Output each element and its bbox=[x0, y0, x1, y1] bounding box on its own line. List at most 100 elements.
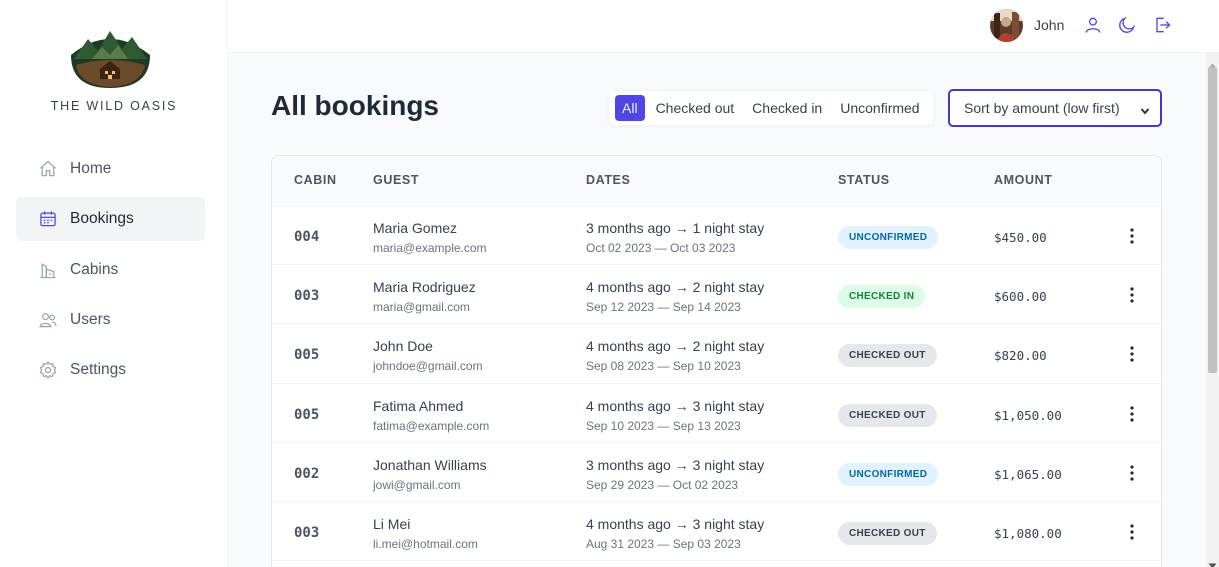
gear-icon bbox=[38, 360, 58, 380]
stay-dates: Sep 08 2023 — Sep 10 2023 bbox=[586, 359, 741, 374]
table-row: 003 Maria Rodriguez maria@gmail.com 4 mo… bbox=[272, 265, 1161, 325]
table-row: 002 Jonathan Williams jowi@gmail.com 3 m… bbox=[272, 443, 1161, 502]
home-icon bbox=[38, 159, 58, 179]
booking-amount: $1,050.00 bbox=[994, 407, 1062, 423]
table-row: 005 Fatima Ahmed fatima@example.com 4 mo… bbox=[272, 384, 1161, 443]
booking-amount: $820.00 bbox=[994, 348, 1047, 364]
stay-dates: Oct 02 2023 — Oct 03 2023 bbox=[586, 241, 736, 255]
guest-email: johndoe@gmail.com bbox=[373, 359, 483, 374]
calendar-icon bbox=[38, 209, 58, 229]
status-badge: CHECKED OUT bbox=[838, 344, 937, 368]
booking-amount: $450.00 bbox=[994, 230, 1047, 245]
row-menu-icon[interactable] bbox=[1124, 227, 1140, 245]
username: John bbox=[1034, 17, 1065, 33]
main-content: All bookings All Checked out Checked in … bbox=[228, 53, 1206, 567]
guest-name: Jonathan Williams bbox=[373, 456, 487, 473]
column-header-guest: GUEST bbox=[373, 173, 420, 187]
sidebar-item-label: Users bbox=[70, 310, 111, 328]
sidebar-item-label: Cabins bbox=[70, 260, 119, 278]
row-menu-icon[interactable] bbox=[1124, 345, 1140, 363]
sidebar-item-bookings[interactable]: Bookings bbox=[16, 197, 205, 242]
brand-name: THE WILD OASIS bbox=[50, 99, 178, 113]
stay-summary: 4 months ago → 3 night stay bbox=[586, 397, 765, 414]
sort-select[interactable]: Sort by amount (low first) bbox=[948, 89, 1162, 127]
bookings-table: CABIN GUEST DATES STATUS AMOUNT 004 Mari… bbox=[271, 155, 1162, 567]
stay-summary: 3 months ago → 3 night stay bbox=[586, 456, 765, 473]
status-badge: UNCONFIRMED bbox=[838, 226, 939, 249]
stay-summary: 4 months ago → 2 night stay bbox=[586, 338, 765, 355]
row-menu-icon[interactable] bbox=[1124, 523, 1140, 541]
page-title: All bookings bbox=[271, 90, 439, 121]
sidebar-item-home[interactable]: Home bbox=[16, 147, 205, 191]
logout-icon[interactable] bbox=[1152, 15, 1172, 35]
avatar[interactable] bbox=[990, 9, 1023, 42]
scroll-up-arrow-icon[interactable] bbox=[1208, 56, 1217, 69]
stay-summary: 4 months ago → 3 night stay bbox=[586, 515, 765, 532]
column-header-dates: DATES bbox=[586, 173, 631, 187]
guest-email: fatima@example.com bbox=[373, 418, 490, 433]
filter-checked-out[interactable]: Checked out bbox=[649, 95, 742, 121]
guest-name: Fatima Ahmed bbox=[373, 397, 464, 414]
cabin-number: 003 bbox=[294, 524, 320, 541]
cabin-number: 002 bbox=[294, 465, 320, 482]
status-badge: UNCONFIRMED bbox=[838, 462, 939, 486]
sidebar-item-label: Settings bbox=[70, 361, 127, 379]
guest-email: jowi@gmail.com bbox=[373, 477, 461, 492]
stay-dates: Sep 29 2023 — Oct 02 2023 bbox=[586, 477, 739, 492]
stay-summary: 4 months ago → 2 night stay bbox=[586, 279, 765, 296]
filter-checked-in[interactable]: Checked in bbox=[745, 95, 829, 121]
row-menu-icon[interactable] bbox=[1124, 286, 1140, 304]
table-row: 003 Li Mei li.mei@hotmail.com 4 months a… bbox=[272, 502, 1161, 562]
stay-dates: Sep 10 2023 — Sep 13 2023 bbox=[586, 418, 741, 433]
sidebar-item-label: Home bbox=[70, 160, 112, 177]
filter-unconfirmed[interactable]: Unconfirmed bbox=[833, 95, 926, 121]
cabin-number: 003 bbox=[294, 288, 320, 305]
chevron-down-icon bbox=[1140, 103, 1150, 115]
guest-name: John Doe bbox=[373, 338, 433, 355]
row-menu-icon[interactable] bbox=[1124, 464, 1140, 482]
filter-all[interactable]: All bbox=[615, 95, 645, 121]
status-filter: All Checked out Checked in Unconfirmed bbox=[608, 90, 934, 126]
sidebar: THE WILD OASIS Home Bookings Cabins User… bbox=[0, 0, 228, 567]
cabin-number: 005 bbox=[294, 406, 320, 423]
booking-amount: $1,065.00 bbox=[994, 466, 1062, 482]
column-header-cabin: CABIN bbox=[294, 173, 337, 187]
guest-email: maria@gmail.com bbox=[373, 300, 470, 315]
users-icon bbox=[38, 310, 58, 330]
sidebar-item-settings[interactable]: Settings bbox=[16, 348, 205, 392]
cabin-number: 005 bbox=[294, 347, 320, 364]
table-header: CABIN GUEST DATES STATUS AMOUNT bbox=[272, 156, 1161, 206]
scroll-down-arrow-icon[interactable] bbox=[1208, 556, 1217, 567]
status-badge: CHECKED IN bbox=[838, 285, 926, 309]
guest-name: Li Mei bbox=[373, 515, 411, 532]
column-header-amount: AMOUNT bbox=[994, 173, 1053, 187]
logo bbox=[70, 25, 151, 88]
cabins-icon bbox=[38, 260, 58, 280]
sidebar-item-label: Bookings bbox=[70, 210, 134, 228]
table-row: 004 Maria Gomez maria@example.com 3 mont… bbox=[272, 206, 1161, 266]
user-icon[interactable] bbox=[1083, 15, 1103, 35]
cabin-number: 004 bbox=[294, 229, 320, 245]
table-row: 005 John Doe johndoe@gmail.com 4 months … bbox=[272, 324, 1161, 384]
sidebar-nav: Home Bookings Cabins Users Settings bbox=[16, 147, 205, 398]
stay-summary: 3 months ago → 1 night stay bbox=[586, 220, 765, 236]
row-menu-icon[interactable] bbox=[1124, 405, 1140, 423]
top-header: John bbox=[228, 0, 1219, 53]
status-badge: CHECKED OUT bbox=[838, 403, 937, 427]
booking-amount: $600.00 bbox=[994, 289, 1047, 305]
page-scrollbar[interactable] bbox=[1206, 53, 1219, 567]
guest-name: Maria Rodriguez bbox=[373, 279, 476, 296]
sidebar-item-cabins[interactable]: Cabins bbox=[16, 248, 205, 292]
sidebar-item-users[interactable]: Users bbox=[16, 298, 205, 342]
scrollbar-thumb[interactable] bbox=[1208, 67, 1217, 373]
stay-dates: Sep 12 2023 — Sep 14 2023 bbox=[586, 300, 741, 315]
column-header-status: STATUS bbox=[838, 173, 890, 187]
sort-select-label: Sort by amount (low first) bbox=[964, 100, 1120, 116]
guest-email: maria@example.com bbox=[373, 241, 487, 255]
stay-dates: Aug 31 2023 — Sep 03 2023 bbox=[586, 536, 741, 551]
booking-amount: $1,080.00 bbox=[994, 525, 1062, 541]
guest-email: li.mei@hotmail.com bbox=[373, 536, 478, 551]
moon-icon[interactable] bbox=[1117, 15, 1137, 35]
guest-name: Maria Gomez bbox=[373, 220, 458, 236]
status-badge: CHECKED OUT bbox=[838, 521, 937, 545]
